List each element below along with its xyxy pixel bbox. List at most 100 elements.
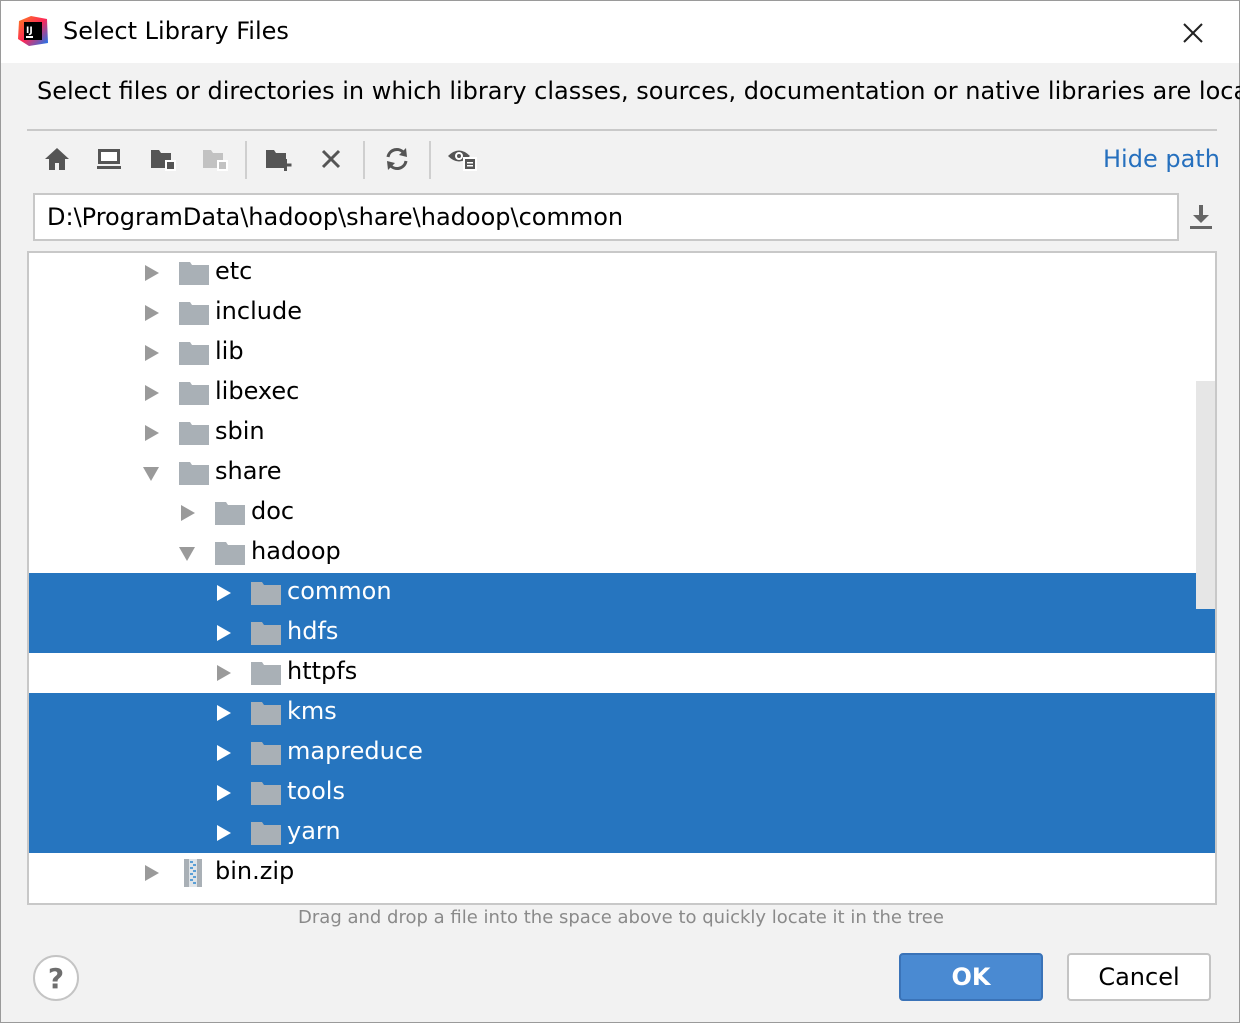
tree-scrollbar[interactable]	[1196, 381, 1215, 609]
tree-item-label: yarn	[287, 817, 341, 845]
project-folder-button[interactable]	[143, 137, 183, 181]
folder-icon	[251, 662, 281, 685]
tree-item-label: tools	[287, 777, 345, 805]
tree-item-label: etc	[215, 257, 253, 285]
tree-item-label: common	[287, 577, 392, 605]
refresh-icon	[386, 148, 408, 170]
path-input[interactable]: D:\ProgramData\hadoop\share\hadoop\commo…	[33, 193, 1179, 241]
drag-drop-hint: Drag and drop a file into the space abov…	[298, 907, 944, 928]
svg-text:IJ: IJ	[26, 26, 33, 36]
tree-item-hdfs[interactable]: hdfs	[29, 613, 1215, 653]
tree-item-label: doc	[251, 497, 295, 525]
folder-icon	[251, 782, 281, 805]
expand-arrow-icon[interactable]	[141, 343, 161, 363]
tree-item-mapreduce[interactable]: mapreduce	[29, 733, 1215, 773]
show-hidden-icon	[448, 150, 477, 171]
tree-item-yarn[interactable]: yarn	[29, 813, 1215, 853]
home-button[interactable]	[37, 137, 77, 181]
folder-icon	[179, 462, 209, 485]
folder-icon	[251, 742, 281, 765]
help-button[interactable]: ?	[33, 955, 79, 1001]
home-icon	[45, 148, 69, 170]
delete-icon	[321, 149, 341, 169]
expand-arrow-icon[interactable]	[213, 703, 233, 723]
folder-icon	[179, 302, 209, 325]
tree-item-libexec[interactable]: libexec	[29, 373, 1215, 413]
folder-icon	[251, 702, 281, 725]
expand-arrow-icon[interactable]	[213, 743, 233, 763]
dialog-description: Select files or directories in which lib…	[37, 77, 1240, 105]
collapse-arrow-icon[interactable]	[177, 543, 197, 563]
new-folder-icon	[266, 150, 292, 171]
tree-item-etc[interactable]: etc	[29, 253, 1215, 293]
folder-icon	[179, 382, 209, 405]
tree-item-label: share	[215, 457, 282, 485]
tree-item-sbin[interactable]: sbin	[29, 413, 1215, 453]
tree-item-label: kms	[287, 697, 337, 725]
folder-icon	[179, 422, 209, 445]
dialog-title: Select Library Files	[63, 17, 289, 45]
tree-item-label: httpfs	[287, 657, 358, 685]
ok-button[interactable]: OK	[899, 953, 1043, 1001]
close-button[interactable]	[1173, 13, 1213, 53]
folder-icon	[251, 622, 281, 645]
tree-item-kms[interactable]: kms	[29, 693, 1215, 733]
tree-item-label: include	[215, 297, 302, 325]
new-folder-button[interactable]	[259, 137, 299, 181]
select-library-files-dialog: IJ Select Library Files Select files or …	[0, 0, 1240, 1023]
file-tree[interactable]: etc include lib libexec sbin share doc h…	[27, 251, 1217, 905]
tree-item-lib[interactable]: lib	[29, 333, 1215, 373]
expand-arrow-icon[interactable]	[141, 383, 161, 403]
expand-arrow-icon[interactable]	[213, 623, 233, 643]
download-icon	[1190, 205, 1212, 229]
cancel-button[interactable]: Cancel	[1067, 953, 1211, 1001]
expand-arrow-icon[interactable]	[141, 303, 161, 323]
divider	[27, 129, 1217, 131]
title-bar: IJ Select Library Files	[1, 1, 1239, 63]
tree-item-label: hadoop	[251, 537, 341, 565]
folder-icon	[215, 542, 245, 565]
close-icon	[1183, 23, 1203, 43]
folder-icon	[179, 262, 209, 285]
refresh-button[interactable]	[377, 137, 417, 181]
tree-item-share[interactable]: share	[29, 453, 1215, 493]
tree-item-label: libexec	[215, 377, 300, 405]
tree-item-hadoop[interactable]: hadoop	[29, 533, 1215, 573]
intellij-logo-icon: IJ	[18, 16, 48, 46]
module-folder-button[interactable]	[195, 137, 235, 181]
expand-arrow-icon[interactable]	[213, 583, 233, 603]
expand-arrow-icon[interactable]	[141, 423, 161, 443]
tree-item-httpfs[interactable]: httpfs	[29, 653, 1215, 693]
desktop-icon	[97, 149, 121, 169]
hide-path-link[interactable]: Hide path	[1103, 145, 1220, 173]
expand-arrow-icon[interactable]	[177, 503, 197, 523]
delete-button[interactable]	[311, 137, 351, 181]
folder-icon	[215, 502, 245, 525]
download-button[interactable]	[1185, 199, 1217, 235]
expand-arrow-icon[interactable]	[213, 663, 233, 683]
tree-item-label: hdfs	[287, 617, 339, 645]
tree-item-label: mapreduce	[287, 737, 423, 765]
desktop-button[interactable]	[89, 137, 129, 181]
module-folder-icon	[203, 150, 228, 171]
project-folder-icon	[151, 150, 176, 171]
expand-arrow-icon[interactable]	[213, 823, 233, 843]
tree-item-bin-zip[interactable]: bin.zip	[29, 853, 1215, 893]
show-hidden-button[interactable]	[443, 137, 483, 181]
zip-archive-icon	[184, 859, 202, 887]
folder-icon	[179, 342, 209, 365]
expand-arrow-icon[interactable]	[141, 263, 161, 283]
tree-item-label: lib	[215, 337, 244, 365]
tree-item-label: bin.zip	[215, 857, 295, 885]
tree-item-label: sbin	[215, 417, 265, 445]
expand-arrow-icon[interactable]	[213, 783, 233, 803]
toolbar-separator	[363, 141, 365, 179]
tree-item-doc[interactable]: doc	[29, 493, 1215, 533]
tree-item-tools[interactable]: tools	[29, 773, 1215, 813]
toolbar-separator	[429, 141, 431, 179]
collapse-arrow-icon[interactable]	[141, 463, 161, 483]
expand-arrow-icon[interactable]	[141, 863, 161, 883]
tree-item-common[interactable]: common	[29, 573, 1215, 613]
tree-item-include[interactable]: include	[29, 293, 1215, 333]
folder-icon	[251, 822, 281, 845]
